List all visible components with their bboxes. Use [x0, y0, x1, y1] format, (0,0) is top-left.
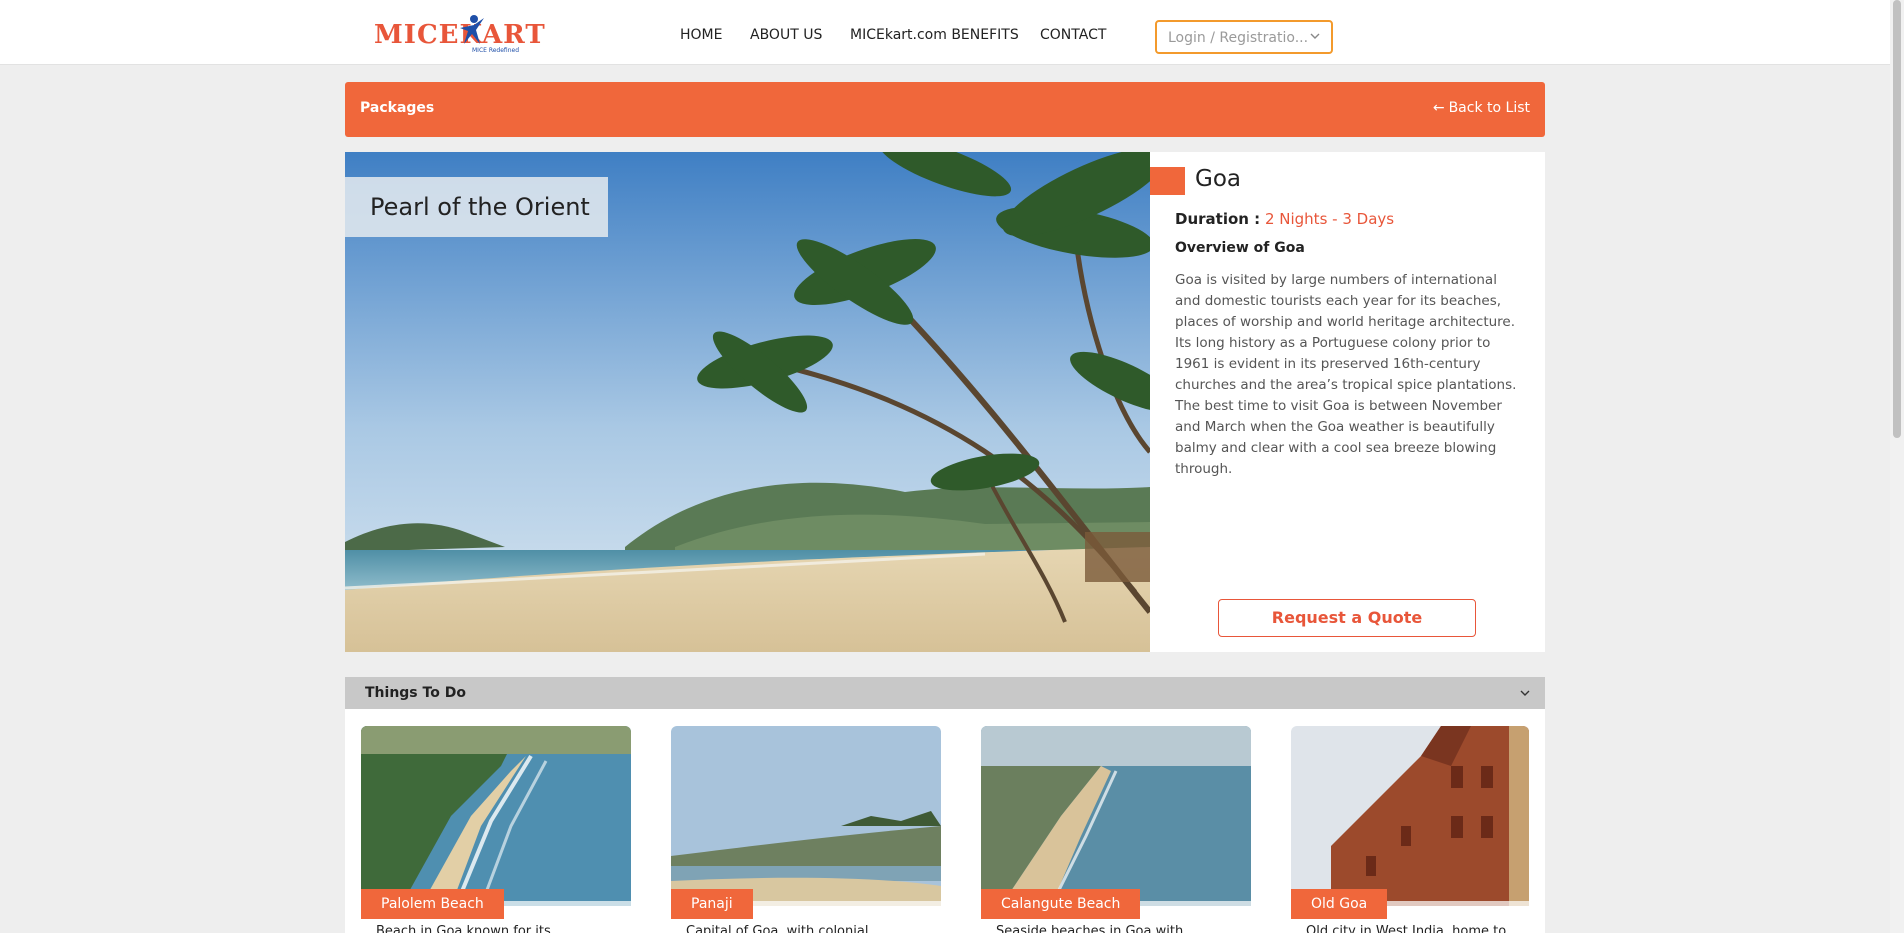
card-title: Old Goa	[1291, 889, 1388, 919]
destination-title: Goa	[1195, 166, 1241, 192]
card-calangute-beach[interactable]: Calangute Beach Seaside beaches in Goa w…	[981, 726, 1251, 933]
nav-benefits[interactable]: MICEkart.com BENEFITS	[850, 27, 1019, 43]
hero-tagline: Pearl of the Orient	[370, 193, 590, 221]
destination-info-panel: Goa Duration : 2 Nights - 3 Days Overvie…	[1150, 152, 1545, 652]
micekart-logo[interactable]: MICEKART MICE Redefined	[374, 14, 545, 54]
card-description: Seaside beaches in Goa with	[996, 924, 1184, 933]
things-to-do-header[interactable]: Things To Do	[345, 677, 1545, 709]
duration-value: 2 Nights - 3 Days	[1264, 210, 1395, 228]
card-panaji[interactable]: Panaji Capital of Goa, with colonial	[671, 726, 941, 933]
overview-heading: Overview of Goa	[1175, 240, 1305, 256]
arrow-left-icon: ←	[1432, 100, 1445, 116]
card-old-goa[interactable]: Old Goa Old city in West India, home to	[1291, 726, 1529, 933]
card-description: Old city in West India, home to	[1306, 924, 1507, 933]
scrollbar-thumb[interactable]	[1893, 0, 1901, 438]
card-description: Beach in Goa known for its	[376, 924, 551, 933]
nav-home[interactable]: HOME	[680, 27, 722, 43]
palolem-beach-image	[361, 726, 631, 906]
packages-title: Packages	[360, 100, 435, 116]
login-dropdown-label: Login / Registratio...	[1168, 30, 1309, 46]
panaji-image	[671, 726, 941, 906]
card-palolem-beach[interactable]: Palolem Beach Beach in Goa known for its	[361, 726, 631, 933]
things-to-do-title: Things To Do	[365, 685, 466, 701]
things-to-do-list: Palolem Beach Beach in Goa known for its…	[345, 709, 1545, 933]
duration-label: Duration :	[1175, 210, 1261, 228]
card-title: Palolem Beach	[361, 889, 504, 919]
back-to-list-link[interactable]: ← Back to List	[1433, 100, 1530, 116]
card-title: Calangute Beach	[981, 889, 1141, 919]
nav-contact[interactable]: CONTACT	[1040, 27, 1106, 43]
card-description: Capital of Goa, with colonial	[686, 924, 869, 933]
top-navbar: MICEKART MICE Redefined HOME ABOUT US MI…	[0, 0, 1890, 65]
chevron-down-icon	[1520, 690, 1530, 696]
chevron-down-icon	[1310, 33, 1320, 39]
request-quote-button[interactable]: Request a Quote	[1218, 599, 1476, 637]
login-registration-dropdown[interactable]: Login / Registratio...	[1155, 20, 1333, 54]
hero-image: Pearl of the Orient	[345, 152, 1150, 652]
title-marker	[1150, 167, 1185, 195]
nav-about-us[interactable]: ABOUT US	[750, 27, 822, 43]
back-to-list-label: Back to List	[1448, 100, 1530, 116]
card-title: Panaji	[671, 889, 753, 919]
packages-bar: Packages ← Back to List	[345, 82, 1545, 137]
calangute-beach-image	[981, 726, 1251, 906]
logo-tagline: MICE Redefined	[472, 47, 520, 54]
old-goa-image	[1291, 726, 1529, 906]
logo-figure-icon	[460, 15, 484, 44]
page-scrollbar[interactable]	[1890, 0, 1904, 933]
duration: Duration : 2 Nights - 3 Days	[1175, 210, 1394, 228]
overview-text: Goa is visited by large numbers of inter…	[1175, 272, 1517, 477]
hero-tagline-box: Pearl of the Orient	[345, 177, 608, 237]
